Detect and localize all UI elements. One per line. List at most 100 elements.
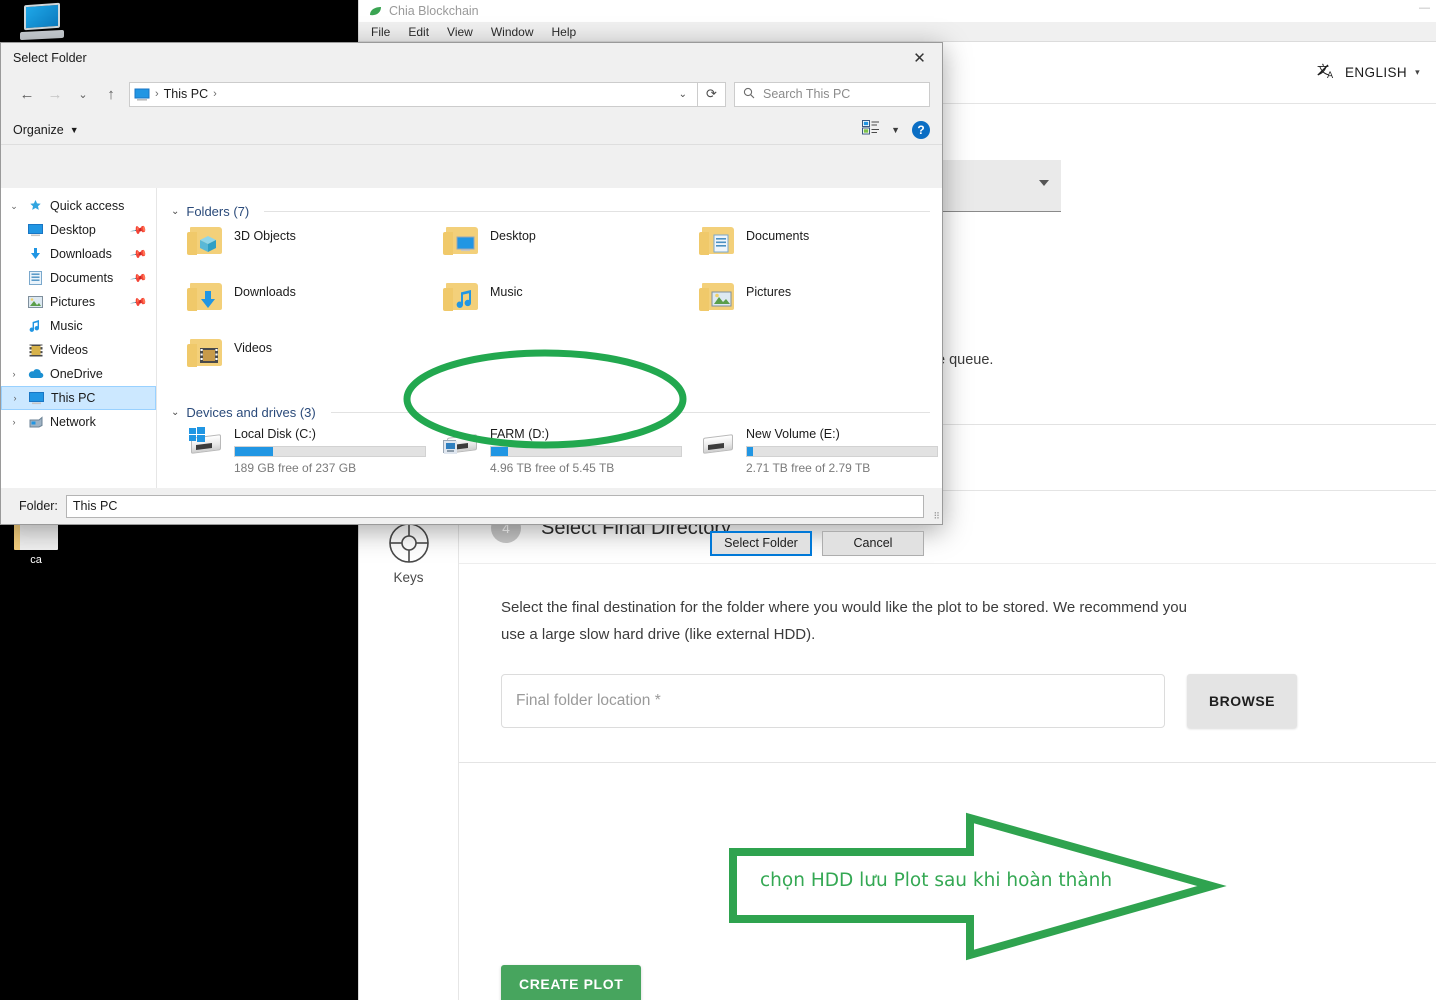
window-controls[interactable]: — — [1419, 2, 1430, 14]
forward-icon[interactable]: → — [41, 80, 69, 108]
cancel-button[interactable]: Cancel — [822, 531, 924, 556]
close-icon[interactable]: ✕ — [897, 43, 942, 73]
screen-root: ca Chia Blockchain — File Edit View Wind… — [0, 0, 1436, 1000]
chevron-down-icon: ▼ — [70, 125, 79, 135]
drive-free-text: 2.71 TB free of 2.79 TB — [746, 461, 938, 475]
language-selector[interactable]: 文 A ENGLISH ▾ — [1317, 62, 1420, 83]
list-item[interactable]: New Volume (E:) 2.71 TB free of 2.79 TB — [679, 426, 935, 488]
tree-item-documents[interactable]: Documents 📌 — [1, 266, 156, 290]
list-item-label: Videos — [234, 337, 272, 355]
group-header-folders[interactable]: ⌄ Folders (7) — [171, 204, 942, 219]
folder-input[interactable]: This PC — [66, 495, 924, 518]
tree-item-onedrive[interactable]: › OneDrive — [1, 362, 156, 386]
tree-item-videos[interactable]: Videos — [1, 338, 156, 362]
breadcrumb-item-this-pc[interactable]: This PC — [164, 87, 208, 101]
list-item[interactable]: 3D Objects — [167, 225, 423, 281]
chia-menubar[interactable]: File Edit View Window Help — [359, 22, 1436, 42]
browse-button[interactable]: BROWSE — [1187, 674, 1297, 728]
chevron-down-icon[interactable]: ⌄ — [7, 201, 21, 212]
refresh-icon[interactable]: ⟳ — [698, 82, 726, 107]
final-folder-input[interactable]: Final folder location * — [501, 674, 1165, 728]
list-item[interactable]: Desktop — [423, 225, 679, 281]
chevron-down-icon[interactable]: ⌄ — [171, 206, 179, 217]
menu-help[interactable]: Help — [552, 25, 577, 39]
desktop-icon — [27, 222, 44, 238]
divider — [264, 211, 930, 212]
list-item[interactable]: FARM (D:) 4.96 TB free of 5.45 TB — [423, 426, 679, 488]
list-item[interactable]: Music — [423, 281, 679, 337]
tree-item-label: Desktop — [50, 223, 96, 237]
chia-window-title: Chia Blockchain — [389, 4, 479, 18]
menu-edit[interactable]: Edit — [408, 25, 429, 39]
back-icon[interactable]: ← — [13, 80, 41, 108]
svg-text:A: A — [1327, 71, 1334, 80]
list-item[interactable]: Pictures — [679, 281, 935, 337]
videos-icon — [27, 342, 44, 358]
chevron-down-icon[interactable]: ▾ — [1415, 67, 1420, 78]
network-drive-icon — [443, 426, 481, 458]
resize-grip[interactable]: ⠿ — [933, 511, 939, 522]
tree-item-desktop[interactable]: Desktop 📌 — [1, 218, 156, 242]
drive-name: Local Disk (C:) — [234, 427, 426, 441]
menu-file[interactable]: File — [371, 25, 390, 39]
pin-icon[interactable]: 📌 — [130, 293, 149, 312]
folder-input-value: This PC — [73, 499, 117, 513]
plot-size-select[interactable] — [941, 160, 1061, 212]
chia-leaf-icon — [369, 6, 382, 17]
minimize-icon[interactable]: — — [1419, 2, 1430, 14]
organize-button[interactable]: Organize ▼ — [13, 123, 79, 137]
folder-music-icon — [443, 281, 481, 313]
folders-grid: 3D Objects Desktop — [167, 225, 942, 393]
chevron-down-icon[interactable]: ▼ — [891, 125, 900, 135]
chevron-right-icon[interactable]: › — [7, 417, 21, 427]
language-label: ENGLISH — [1345, 65, 1407, 80]
downloads-icon — [27, 246, 44, 262]
documents-icon — [27, 270, 44, 286]
list-item[interactable]: Videos — [167, 337, 423, 393]
network-icon — [27, 414, 44, 430]
list-item-label: Music — [490, 281, 523, 299]
tree-item-downloads[interactable]: Downloads 📌 — [1, 242, 156, 266]
tree-item-label: Network — [50, 415, 96, 429]
drive-name: New Volume (E:) — [746, 427, 938, 441]
pin-icon[interactable]: 📌 — [130, 245, 149, 264]
tree-item-label: OneDrive — [50, 367, 103, 381]
create-plot-button[interactable]: CREATE PLOT — [501, 965, 641, 1000]
dialog-title: Select Folder — [13, 51, 87, 65]
search-input[interactable]: Search This PC — [734, 82, 930, 107]
chevron-right-icon[interactable]: › — [7, 369, 21, 379]
list-item[interactable]: Local Disk (C:) 189 GB free of 237 GB — [167, 426, 423, 488]
chevron-down-icon[interactable]: ⌄ — [171, 407, 179, 418]
recent-locations-icon[interactable]: ⌄ — [69, 80, 97, 108]
divider — [331, 412, 930, 413]
tree-item-network[interactable]: › Network — [1, 410, 156, 434]
up-icon[interactable]: ↑ — [97, 80, 125, 108]
drive-free-text: 189 GB free of 237 GB — [234, 461, 426, 475]
pin-icon[interactable]: 📌 — [130, 269, 149, 288]
help-icon[interactable]: ? — [912, 121, 930, 139]
tree-item-this-pc[interactable]: › This PC — [1, 386, 156, 410]
breadcrumb[interactable]: › This PC › ⌄ — [129, 82, 698, 107]
chevron-down-icon[interactable]: ⌄ — [679, 89, 693, 100]
dialog-titlebar: Select Folder ✕ — [1, 43, 942, 73]
list-item[interactable]: Downloads — [167, 281, 423, 337]
select-folder-button[interactable]: Select Folder — [710, 531, 812, 556]
tree-item-quick-access[interactable]: ⌄ Quick access — [1, 194, 156, 218]
chevron-down-icon — [1039, 180, 1049, 186]
group-header-label: Folders (7) — [186, 204, 249, 219]
chevron-right-icon[interactable]: › — [8, 393, 22, 403]
tree-item-pictures[interactable]: Pictures 📌 — [1, 290, 156, 314]
tree-item-music[interactable]: Music — [1, 314, 156, 338]
list-item[interactable]: Documents — [679, 225, 935, 281]
desktop-icon-this-pc[interactable] — [6, 2, 78, 46]
folder-pictures-icon — [699, 281, 737, 313]
onedrive-icon — [27, 366, 44, 382]
menu-window[interactable]: Window — [491, 25, 534, 39]
group-header-drives[interactable]: ⌄ Devices and drives (3) — [171, 405, 942, 420]
list-item-label: Desktop — [490, 225, 536, 243]
select-folder-dialog: Select Folder ✕ ← → ⌄ ↑ › This PC › ⌄ ⟳ — [0, 42, 943, 525]
step4-paragraph-line1: Select the final destination for the fol… — [501, 594, 1404, 621]
view-layout-icon[interactable] — [862, 120, 879, 140]
pin-icon[interactable]: 📌 — [130, 221, 149, 240]
menu-view[interactable]: View — [447, 25, 473, 39]
